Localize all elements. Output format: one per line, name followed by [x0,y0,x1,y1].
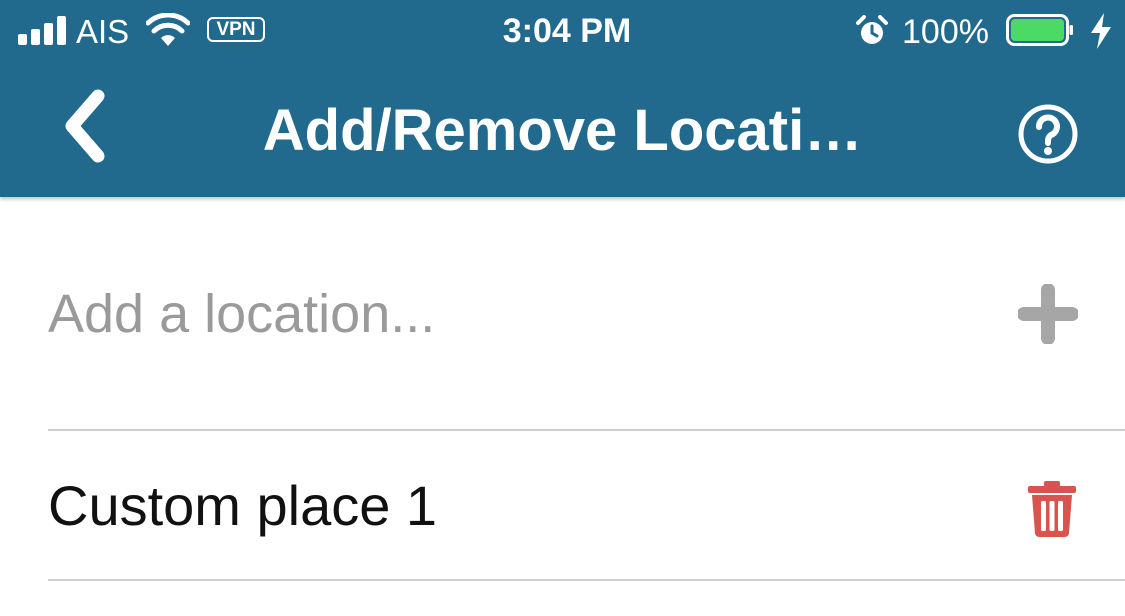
battery-level-fill [1011,19,1064,41]
status-bar: AIS VPN 3:04 PM 100% [0,0,1125,66]
location-name: Custom place 1 [48,474,438,537]
chevron-left-icon [65,89,105,163]
add-location-input[interactable] [48,277,948,351]
status-time: 3:04 PM [502,12,632,50]
delete-location-button[interactable] [1027,481,1077,537]
carrier-name: AIS [76,13,130,50]
battery-icon [1006,14,1073,46]
list-item: Custom place 1 [0,431,1125,579]
back-button[interactable] [54,86,118,166]
battery-percentage: 100% [902,13,989,51]
help-button[interactable] [1016,102,1080,166]
app-screen: AIS VPN 3:04 PM 100% Add/Remove Locati… … [0,0,1125,616]
wifi-icon [146,13,190,46]
question-circle-icon [1018,104,1078,164]
add-location-button[interactable] [1018,284,1078,344]
plus-icon [1018,284,1078,344]
header: AIS VPN 3:04 PM 100% Add/Remove Locati… [0,0,1125,197]
vpn-badge: VPN [207,17,265,42]
alarm-icon [856,15,888,44]
charging-bolt-icon [1091,13,1111,49]
signal-bars-icon [18,16,66,45]
page-title: Add/Remove Locati… [262,98,863,163]
divider [48,579,1125,581]
add-location-row [0,197,1125,430]
nav-bar: Add/Remove Locati… [0,66,1125,197]
